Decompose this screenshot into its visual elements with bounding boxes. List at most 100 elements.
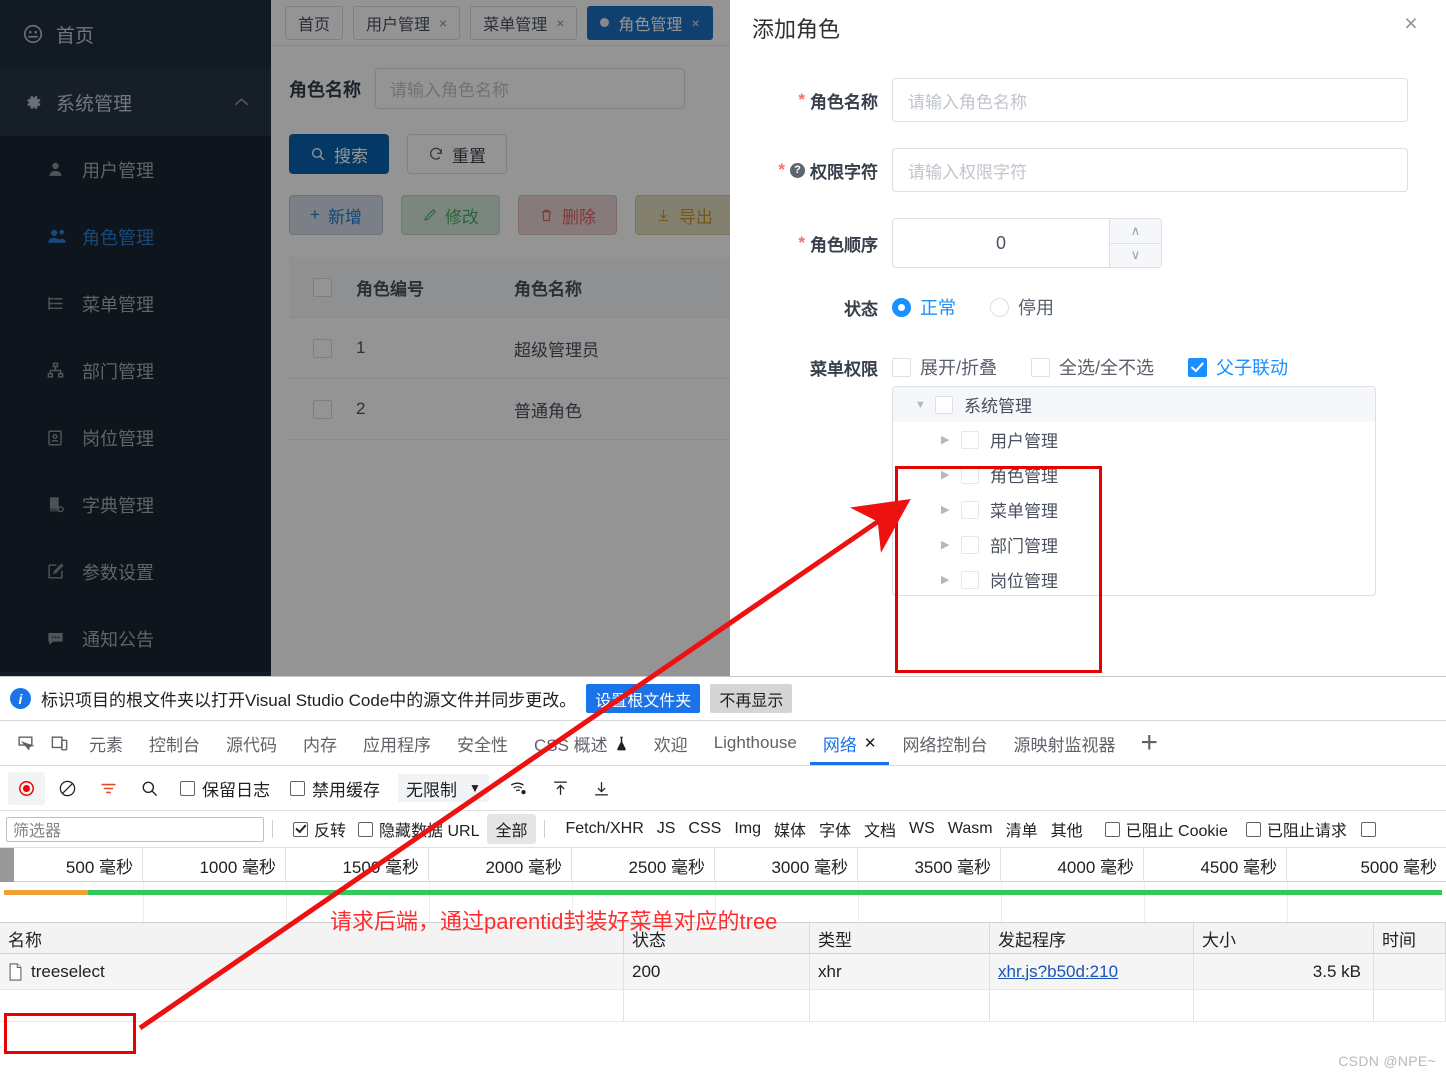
tree-node-role[interactable]: ▶ 角色管理 [893,457,1375,492]
filter-icon[interactable] [90,772,127,805]
devtools-tab-security[interactable]: 安全性 [444,721,521,765]
filter-type-css[interactable]: CSS [688,820,721,838]
devtools-tab-application[interactable]: 应用程序 [350,721,444,765]
caret-right-icon[interactable]: ▶ [941,538,961,551]
throttling-value: 无限制 [406,780,457,800]
filter-type-fetch-xhr[interactable]: Fetch/XHR [566,820,644,838]
export-har-icon[interactable] [583,772,620,805]
role-order-value[interactable]: 0 [893,219,1109,267]
column-header-time[interactable]: 时间 [1374,923,1446,953]
tree-node-label: 角色管理 [990,467,1058,486]
tree-node-menu[interactable]: ▶ 菜单管理 [893,492,1375,527]
filter-type-media[interactable]: 媒体 [774,817,806,841]
filter-type-font[interactable]: 字体 [819,817,851,841]
filter-type-ws[interactable]: WS [909,820,935,838]
filter-type-wasm[interactable]: Wasm [948,820,993,838]
filter-type-img[interactable]: Img [734,820,761,838]
hide-data-urls-checkbox[interactable]: 隐藏数据 URL [358,817,479,841]
request-row[interactable]: treeselect 200 xhr xhr.js?b50d:210 3.5 k… [0,954,1446,990]
caret-right-icon[interactable]: ▶ [941,468,961,481]
status-radio-normal[interactable]: 正常 [892,294,956,320]
tree-node-post[interactable]: ▶ 岗位管理 [893,562,1375,595]
help-question-icon[interactable]: ? [790,162,805,178]
column-header-size[interactable]: 大小 [1194,923,1374,953]
disable-cache-checkbox[interactable]: 禁用缓存 [290,776,380,801]
filter-input[interactable]: 筛选器 [6,816,264,842]
checkbox-expand-collapse[interactable]: 展开/折叠 [892,354,997,380]
checkbox-label: 父子联动 [1216,358,1289,378]
tree-checkbox[interactable] [935,395,953,414]
checkbox-label: 已阻止 Cookie [1125,823,1228,840]
tree-checkbox[interactable] [961,465,979,484]
checkbox-label: 反转 [314,823,347,840]
tree-node-dept[interactable]: ▶ 部门管理 [893,527,1375,562]
stepper-down-icon[interactable]: ∨ [1110,243,1161,267]
stepper-buttons: ∧ ∨ [1109,219,1161,267]
request-initiator[interactable]: xhr.js?b50d:210 [990,954,1194,989]
devtools-tab-memory[interactable]: 内存 [290,721,350,765]
devtools-tab-console[interactable]: 控制台 [136,721,213,765]
role-name-input[interactable]: 请输入角色名称 [892,78,1408,122]
tree-checkbox[interactable] [961,430,979,449]
tree-node-system[interactable]: ▼ 系统管理 [893,387,1375,422]
devtools-tab-elements[interactable]: 元素 [76,721,136,765]
throttling-dropdown[interactable]: 无限制 ▼ [398,774,489,802]
inspect-element-icon[interactable] [8,726,42,760]
add-panel-icon[interactable]: + [1140,728,1158,758]
tree-node-label: 用户管理 [990,432,1058,451]
caret-right-icon[interactable]: ▶ [941,573,961,586]
tree-checkbox[interactable] [961,500,979,519]
filter-type-doc[interactable]: 文档 [864,817,896,841]
network-overview-timeline[interactable]: 500 毫秒 1000 毫秒 1500 毫秒 2000 毫秒 2500 毫秒 3… [0,848,1446,934]
radio-icon-checked [892,297,911,317]
initiator-link[interactable]: xhr.js?b50d:210 [998,962,1118,982]
perm-char-input[interactable]: 请输入权限字符 [892,148,1408,192]
checkbox-parent-child-link[interactable]: 父子联动 [1188,354,1288,380]
caret-right-icon[interactable]: ▶ [941,433,961,446]
blocked-requests-checkbox[interactable]: 已阻止请求 [1245,817,1347,841]
devtools-tab-css-overview[interactable]: CSS 概述 [521,721,641,765]
tree-node-user[interactable]: ▶ 用户管理 [893,422,1375,457]
third-party-checkbox[interactable] [1360,821,1376,837]
status-radio-disabled[interactable]: 停用 [990,294,1054,320]
close-icon[interactable]: ✕ [864,734,877,752]
column-header-type[interactable]: 类型 [810,923,990,953]
invert-checkbox[interactable]: 反转 [293,817,346,841]
checkbox-icon-unchecked [290,780,305,796]
caret-right-icon[interactable]: ▶ [941,503,961,516]
record-icon[interactable] [8,771,45,805]
clear-icon[interactable] [49,772,86,805]
network-toolbar: 保留日志 禁用缓存 无限制 ▼ [0,766,1446,811]
set-root-folder-button[interactable]: 设置根文件夹 [586,684,701,713]
tree-checkbox[interactable] [961,570,979,589]
filter-type-all[interactable]: 全部 [487,814,536,844]
devtools-tab-network-console[interactable]: 网络控制台 [889,721,1000,765]
filter-type-other[interactable]: 其他 [1051,817,1083,841]
devtools-tab-lighthouse[interactable]: Lighthouse [701,721,810,765]
filter-type-js[interactable]: JS [657,820,676,838]
timeline-tick: 4000 毫秒 [1001,848,1144,882]
checkbox-select-all[interactable]: 全选/全不选 [1031,354,1154,380]
timeline-tick: 1500 毫秒 [286,848,429,882]
preserve-log-checkbox[interactable]: 保留日志 [180,776,270,801]
devtools-tab-sourcemap-monitor[interactable]: 源映射监视器 [1000,721,1128,765]
import-har-icon[interactable] [542,772,579,805]
search-icon[interactable] [131,772,168,805]
role-order-stepper[interactable]: 0 ∧ ∨ [892,218,1162,268]
devtools-tab-sources[interactable]: 源代码 [213,721,290,765]
blocked-cookies-checkbox[interactable]: 已阻止 Cookie [1104,817,1228,841]
tree-checkbox[interactable] [961,535,979,554]
filter-type-manifest[interactable]: 清单 [1006,817,1038,841]
devtools-tab-welcome[interactable]: 欢迎 [641,721,701,765]
request-name-cell[interactable]: treeselect [0,954,624,989]
device-toolbar-icon[interactable] [42,726,76,760]
menu-permission-tree[interactable]: ▼ 系统管理 ▶ 用户管理 ▶ 角色管理 ▶ 菜单管理 ▶ 部门管理 ▶ 岗位管… [892,386,1376,596]
stepper-up-icon[interactable]: ∧ [1110,219,1161,244]
close-icon[interactable]: × [1396,8,1426,38]
request-size: 3.5 kB [1194,954,1374,989]
devtools-tab-network[interactable]: 网络 ✕ [810,721,890,765]
caret-down-icon[interactable]: ▼ [915,399,935,411]
column-header-initiator[interactable]: 发起程序 [990,923,1194,953]
dont-show-again-button[interactable]: 不再显示 [710,684,793,713]
network-conditions-icon[interactable] [501,772,538,805]
